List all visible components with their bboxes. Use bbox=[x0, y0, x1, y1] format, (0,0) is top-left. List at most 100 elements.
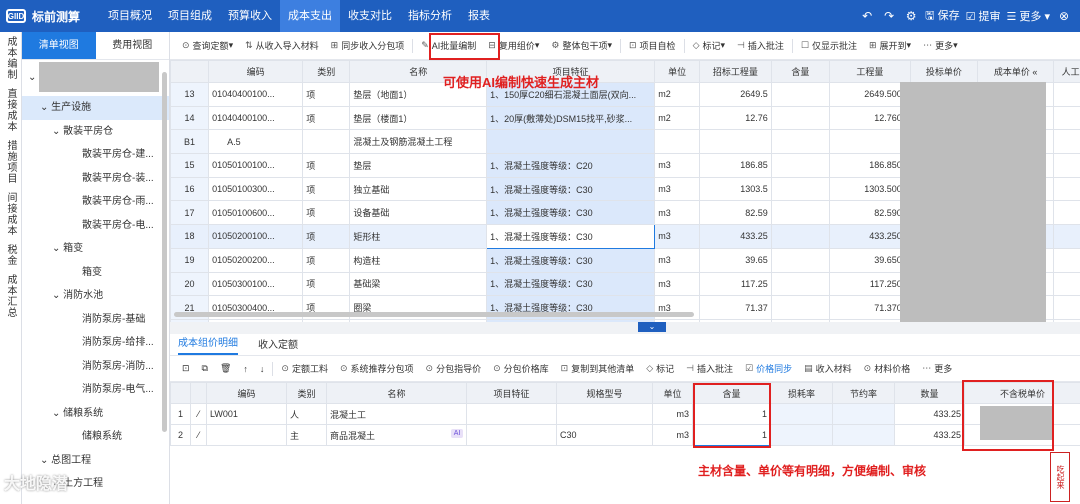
col-header[interactable]: 投标单价 bbox=[909, 60, 979, 83]
splitter[interactable]: ⌄ bbox=[170, 322, 1080, 334]
table-cell[interactable]: 1、混凝土强度等级：C30 bbox=[486, 176, 656, 202]
col-header[interactable]: 项目特征 bbox=[466, 382, 557, 404]
table-cell[interactable] bbox=[770, 403, 833, 425]
row-action-icon[interactable]: 🗑 bbox=[214, 359, 237, 379]
table-cell[interactable]: 14 bbox=[170, 105, 210, 131]
toolbar2-btn-2[interactable]: ⊙ 分包指导价 bbox=[420, 359, 488, 379]
save-button[interactable]: 🖫 保存 bbox=[925, 7, 959, 26]
table-cell[interactable]: ⁄ bbox=[190, 403, 207, 425]
table-cell[interactable]: m3 bbox=[654, 200, 701, 226]
tree-item[interactable]: 消防泵房-基础 bbox=[22, 308, 169, 332]
table-cell[interactable]: 82.5900 bbox=[829, 200, 911, 226]
table-cell[interactable]: 71.37 bbox=[699, 295, 772, 320]
table-cell[interactable]: B1 bbox=[170, 129, 210, 155]
table-cell[interactable]: 12.7600 bbox=[829, 105, 911, 131]
table-cell[interactable]: LW001 bbox=[206, 403, 287, 425]
table-cell[interactable] bbox=[1053, 129, 1080, 155]
table-cell[interactable]: 设备基础 bbox=[349, 200, 488, 226]
table-cell[interactable]: 1、混凝土强度等级：C30 bbox=[486, 224, 656, 249]
tree-root[interactable]: ⌄ bbox=[22, 60, 169, 96]
table-cell[interactable] bbox=[770, 105, 831, 131]
table-cell[interactable]: 117.2500 bbox=[829, 271, 911, 297]
table-cell[interactable]: 186.8500 bbox=[829, 153, 911, 178]
row-action-icon[interactable]: ↑ bbox=[237, 359, 254, 379]
table-cell[interactable]: m2 bbox=[654, 105, 701, 131]
table-cell[interactable] bbox=[556, 403, 653, 425]
table-cell[interactable] bbox=[302, 129, 351, 155]
tree-item[interactable]: 散装平房仓-建... bbox=[22, 143, 169, 167]
row-action-icon[interactable]: ⊡ bbox=[176, 359, 196, 379]
table-cell[interactable] bbox=[770, 153, 831, 178]
col-header[interactable]: 成本单价 « bbox=[977, 60, 1055, 83]
table-cell[interactable] bbox=[1053, 224, 1080, 249]
tree-item[interactable]: 消防泵房-消防... bbox=[22, 355, 169, 379]
toolbar2-btn-8[interactable]: ▤ 收入材料 bbox=[798, 359, 858, 379]
table-cell[interactable]: 项 bbox=[302, 105, 351, 131]
vtab-4[interactable]: 税金 bbox=[0, 240, 20, 270]
col-header[interactable]: 编码 bbox=[206, 382, 287, 404]
vtab-2[interactable]: 措施项目 bbox=[0, 136, 20, 188]
table-cell[interactable] bbox=[206, 424, 287, 446]
table-cell[interactable]: ⁄ bbox=[190, 424, 207, 446]
table-cell[interactable]: m3 bbox=[652, 403, 693, 425]
tree-item[interactable]: ⌄ 总图工程 bbox=[22, 449, 169, 473]
table-cell[interactable]: 39.6500 bbox=[829, 247, 911, 273]
col-header[interactable]: 含量 bbox=[770, 60, 831, 83]
toolbar2-btn-3[interactable]: ⊙ 分包价格库 bbox=[487, 359, 555, 379]
col-header[interactable]: 类别 bbox=[286, 382, 327, 404]
table-cell[interactable]: 1、20厚(敷薄处)DSM15找平,砂浆... bbox=[486, 105, 656, 131]
table-cell[interactable]: 人 bbox=[286, 403, 327, 425]
table-cell[interactable]: 1303.5000 bbox=[829, 176, 911, 202]
nav-item-5[interactable]: 指标分析 bbox=[400, 0, 460, 32]
table-cell[interactable]: 2649.5 bbox=[699, 82, 772, 107]
table-cell[interactable]: 基础梁 bbox=[349, 271, 488, 297]
table-cell[interactable]: 1303.5 bbox=[699, 176, 772, 202]
tree-item[interactable]: 散装平房仓-电... bbox=[22, 214, 169, 238]
toolbar-btn-8[interactable]: ⊣ 插入批注 bbox=[731, 36, 790, 56]
table-cell[interactable] bbox=[1053, 176, 1080, 202]
table-cell[interactable] bbox=[770, 295, 831, 320]
table-cell[interactable]: m3 bbox=[654, 153, 701, 178]
vtab-0[interactable]: 成本编制 bbox=[0, 32, 20, 84]
col-header[interactable]: 编码 bbox=[208, 60, 304, 83]
col-header[interactable]: 节约率 bbox=[832, 382, 895, 404]
table-cell[interactable]: 433.25 bbox=[699, 224, 772, 249]
table-cell[interactable]: m3 bbox=[654, 176, 701, 202]
table-cell[interactable]: A.5 bbox=[208, 129, 304, 155]
table-cell[interactable] bbox=[770, 271, 831, 297]
nav-item-4[interactable]: 收支对比 bbox=[340, 0, 400, 32]
nav-item-0[interactable]: 项目概况 bbox=[100, 0, 160, 32]
table-cell[interactable]: 17 bbox=[170, 200, 210, 226]
table-cell[interactable] bbox=[1053, 200, 1080, 226]
table-cell[interactable]: 433.2500 bbox=[829, 224, 911, 249]
table-cell[interactable]: 独立基础 bbox=[349, 176, 488, 202]
table-cell[interactable]: 01050100300... bbox=[208, 176, 304, 202]
table-cell[interactable]: 构造柱 bbox=[349, 247, 488, 273]
table-cell[interactable]: 18 bbox=[170, 224, 210, 249]
table-cell[interactable]: 01050100100... bbox=[208, 153, 304, 178]
table-cell[interactable]: 矩形柱 bbox=[349, 224, 488, 249]
table-cell[interactable]: 项 bbox=[302, 271, 351, 297]
table-cell[interactable]: 117.25 bbox=[699, 271, 772, 297]
table-cell[interactable]: 1 bbox=[170, 403, 191, 425]
settings-icon[interactable]: ⚙ bbox=[903, 9, 919, 23]
toolbar-btn-5[interactable]: ⚙ 整体包干项 ▾ bbox=[545, 36, 618, 56]
table-cell[interactable]: 433.25 bbox=[894, 424, 965, 446]
table-cell[interactable]: 01050200200... bbox=[208, 247, 304, 273]
table-cell[interactable]: m3 bbox=[654, 224, 701, 249]
table-cell[interactable] bbox=[466, 403, 557, 425]
table-cell[interactable] bbox=[699, 129, 772, 155]
table-cell[interactable]: 12.76 bbox=[699, 105, 772, 131]
table-cell[interactable] bbox=[770, 129, 831, 155]
table-cell[interactable]: 71.3700 bbox=[829, 295, 911, 320]
tree-item[interactable]: ⌄ 储粮系统 bbox=[22, 402, 169, 426]
forward-icon[interactable]: ↷ bbox=[881, 9, 897, 23]
table-cell[interactable]: 垫层 bbox=[349, 153, 488, 178]
table-cell[interactable]: m3 bbox=[652, 424, 693, 446]
table-cell[interactable] bbox=[1053, 153, 1080, 178]
table-cell[interactable]: 1、混凝土强度等级：C20 bbox=[486, 153, 656, 178]
toolbar2-btn-4[interactable]: ⊡ 复制到其他清单 bbox=[555, 359, 641, 379]
table-cell[interactable]: 项 bbox=[302, 224, 351, 249]
col-header[interactable]: 含量 bbox=[692, 382, 771, 404]
table-cell[interactable]: 15 bbox=[170, 153, 210, 178]
